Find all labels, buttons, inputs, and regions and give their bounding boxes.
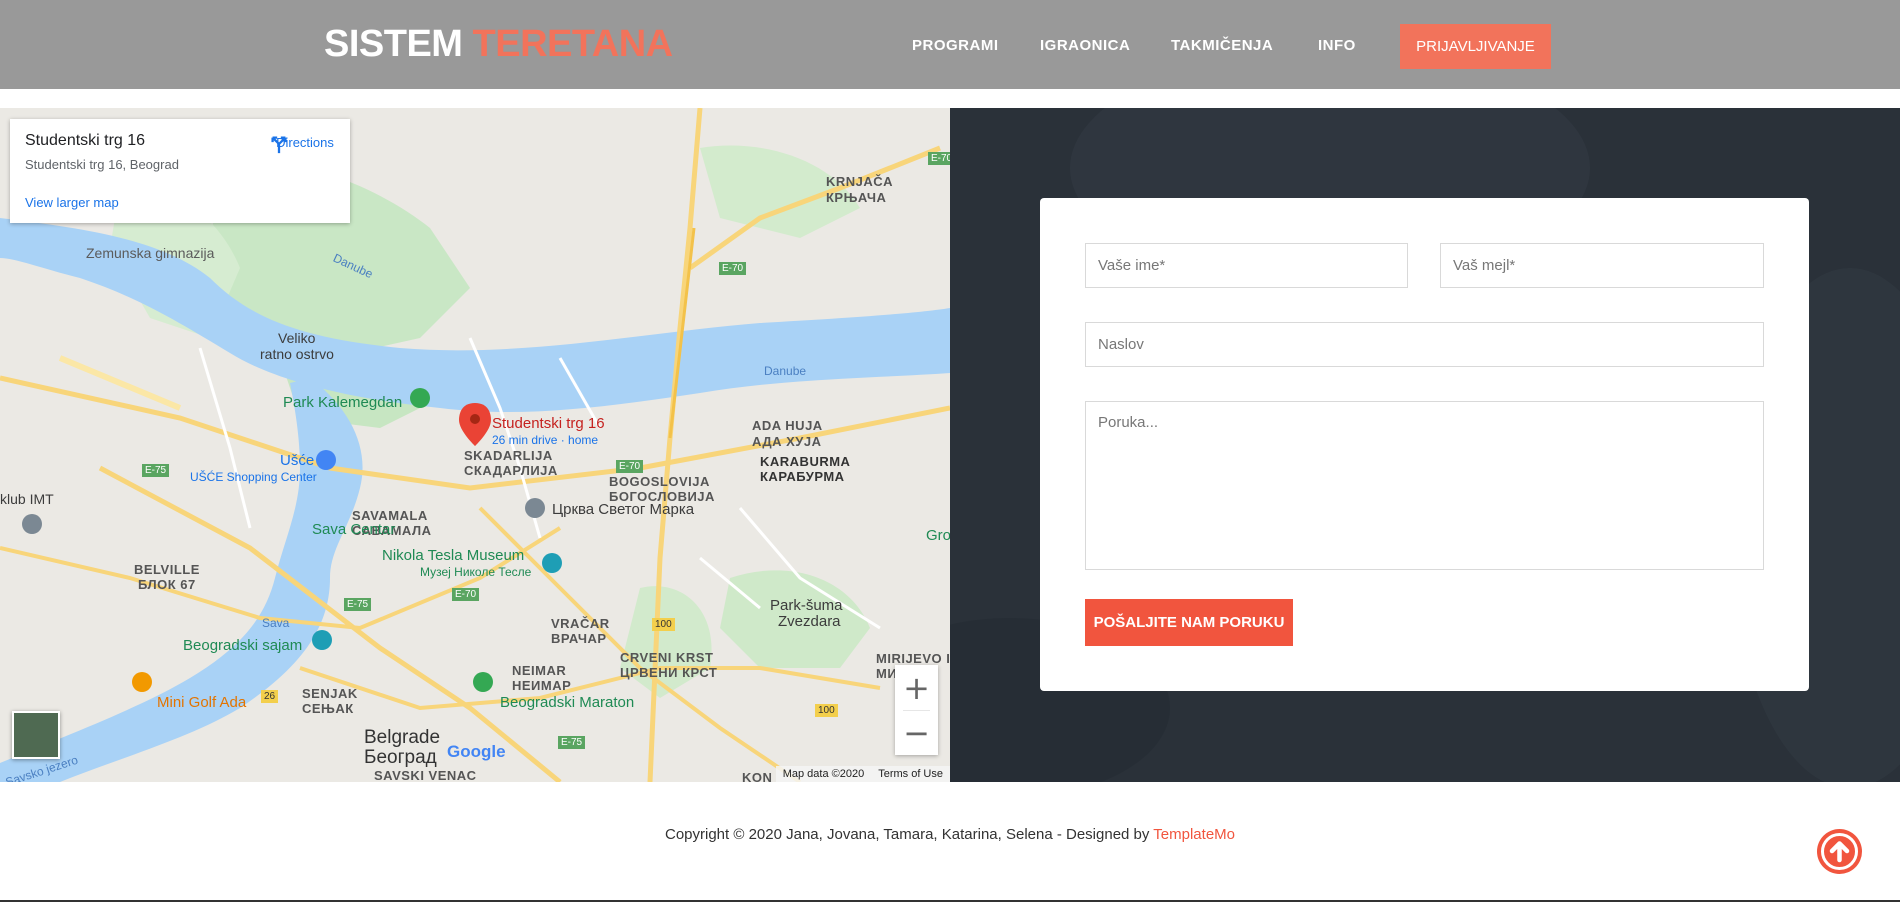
map-label-gro: Gro [926, 527, 950, 544]
map-pin-title: Studentski trg 16 [492, 415, 605, 432]
map-label-minigolf: Mini Golf Ada [157, 694, 247, 711]
map-shield-100-b: 100 [815, 704, 838, 717]
map-label-sajam: Beogradski sajam [183, 637, 303, 654]
contact-background: POŠALJITE NAM PORUKU [950, 108, 1900, 782]
place-title: Studentski trg 16 [25, 132, 146, 149]
map-shield-e75-a: E-75 [142, 464, 170, 477]
email-input[interactable] [1440, 243, 1764, 288]
map-data-label: Map data ©2020 [782, 768, 865, 780]
map-label-vracar-2: ВРАЧАР [551, 631, 607, 646]
map-zoom-controls: + − [895, 665, 938, 755]
map-label-belgrade-1: Belgrade [364, 727, 441, 748]
map-label-sava-centar: Sava Centar [312, 521, 396, 538]
map-shield-e70-c: E-70 [452, 588, 480, 601]
name-input[interactable] [1085, 243, 1408, 288]
map-label-savski: SAVSKI VENAC [374, 768, 477, 782]
map-label-skadarlija-2: СКАДАРЛИЈА [464, 463, 558, 478]
map-contact-section: Zemunska gimnazija Danube Danube Veliko … [0, 108, 1900, 782]
templatemo-link[interactable]: TemplateMo [1153, 826, 1235, 843]
map-label-senjak-1: SENJAK [302, 686, 358, 701]
directions-icon [271, 136, 287, 154]
contact-form: POŠALJITE NAM PORUKU [1040, 198, 1809, 691]
map-label-krnjaca-1: KRNJAČA [826, 174, 894, 189]
copyright-text: Copyright © 2020 Jana, Jovana, Tamara, K… [665, 826, 1154, 843]
map-label-kon: KON [742, 770, 773, 782]
map-label-crveni-2: ЦРВЕНИ КРСТ [620, 665, 718, 680]
login-button[interactable]: PRIJAVLJIVANJE [1400, 24, 1551, 69]
map-label-crveni-1: CRVENI KRST [620, 650, 714, 665]
map-shield-e70-a: E-70 [719, 262, 747, 275]
main-nav: PROGRAMI IGRAONICA TAKMIČENJA INFO PRIJA… [0, 24, 1900, 70]
satellite-toggle-button[interactable] [12, 711, 60, 759]
map-label-zemunska: Zemunska gimnazija [86, 245, 215, 261]
map-pin-subtitle: 26 min drive · home [492, 433, 599, 447]
nav-item-info[interactable]: INFO [1318, 36, 1356, 56]
map-label-karaburma-2: КАРАБУРМА [760, 469, 845, 484]
nav-item-takmicenja[interactable]: TAKMIČENJA [1171, 36, 1273, 56]
map-label-neimar2: НЕИМАР [512, 678, 572, 693]
scroll-to-top-button[interactable] [1817, 829, 1862, 874]
map-label-tesla-2: Музеј Николе Тесле [420, 565, 532, 579]
map-info-card: Studentski trg 16 Studentski trg 16, Beo… [10, 119, 350, 223]
zoom-in-button[interactable]: + [895, 665, 938, 710]
google-logo-text: Google [447, 742, 506, 761]
map-label-tesla-1: Nikola Tesla Museum [382, 547, 525, 564]
map-label-zvezdara-2: Zvezdara [778, 613, 841, 630]
place-address: Studentski trg 16, Beograd [25, 157, 179, 172]
map-label-vracar-1: VRAČAR [551, 616, 610, 631]
google-map[interactable]: Zemunska gimnazija Danube Danube Veliko … [0, 108, 950, 782]
subject-input[interactable] [1085, 322, 1764, 367]
terms-of-use-link[interactable]: Terms of Use [871, 768, 950, 780]
map-label-maraton: Beogradski Maraton [500, 694, 635, 711]
map-label-belville-1: BELVILLE [134, 562, 200, 577]
arrow-up-icon [1821, 833, 1858, 870]
send-message-button[interactable]: POŠALJITE NAM PORUKU [1085, 599, 1293, 646]
map-label-ada-2: АДА ХУЈА [752, 434, 822, 449]
map-label-zvezdara-1: Park-šuma [770, 597, 843, 614]
map-attribution: Map data ©2020 Terms of Use [775, 766, 950, 782]
map-label-senjak-2: СЕЊАК [302, 701, 354, 716]
map-shield-e70-b: E-70 [616, 460, 644, 473]
map-label-ada-1: ADA HUJA [752, 418, 823, 433]
map-shield-e70-d: E-70 [928, 152, 950, 165]
map-label-belgrade-2: Београд [364, 747, 437, 768]
map-shield-26: 26 [261, 690, 279, 703]
map-label-usce-mall: UŠĆE Shopping Center [190, 470, 317, 484]
map-label-sava-river: Sava [262, 616, 290, 630]
map-shield-100-a: 100 [652, 618, 675, 631]
google-logo: Google [447, 742, 506, 762]
map-label-danube-2: Danube [764, 364, 807, 378]
map-label-crkva: Црква Светог Марка [552, 501, 695, 518]
map-shield-e75-c: E-75 [558, 736, 586, 749]
site-header: SISTEM TERETANA PROGRAMI IGRAONICA TAKMI… [0, 0, 1900, 89]
message-textarea[interactable] [1085, 401, 1764, 570]
map-label-neimar-1: NEIMAR [512, 663, 567, 678]
map-label-kalemegdan: Park Kalemegdan [283, 394, 403, 411]
map-label-klub: klub IMT [0, 491, 54, 507]
map-label-belville-2: БЛОК 67 [138, 577, 196, 592]
map-label-veliko-1: Veliko [278, 330, 316, 346]
site-footer: Copyright © 2020 Jana, Jovana, Tamara, K… [0, 826, 1900, 843]
map-label-usce: Ušće [280, 452, 315, 469]
map-label-veliko-2: ratno ostrvo [260, 346, 334, 362]
nav-item-programi[interactable]: PROGRAMI [912, 36, 999, 56]
map-label-karaburma-1: KARABURMA [760, 454, 851, 469]
map-label-skadarlija-1: SKADARLIJA [464, 448, 553, 463]
directions-button[interactable]: Directions [268, 133, 342, 154]
map-shield-e75-b: E-75 [344, 598, 372, 611]
map-label-krnjaca-2: КРЊАЧА [826, 190, 887, 205]
map-label-bogoslovija-1: BOGOSLOVIJA [609, 474, 710, 489]
nav-item-igraonica[interactable]: IGRAONICA [1040, 36, 1130, 56]
view-larger-map-link[interactable]: View larger map [25, 195, 119, 210]
zoom-out-button[interactable]: − [895, 710, 938, 755]
